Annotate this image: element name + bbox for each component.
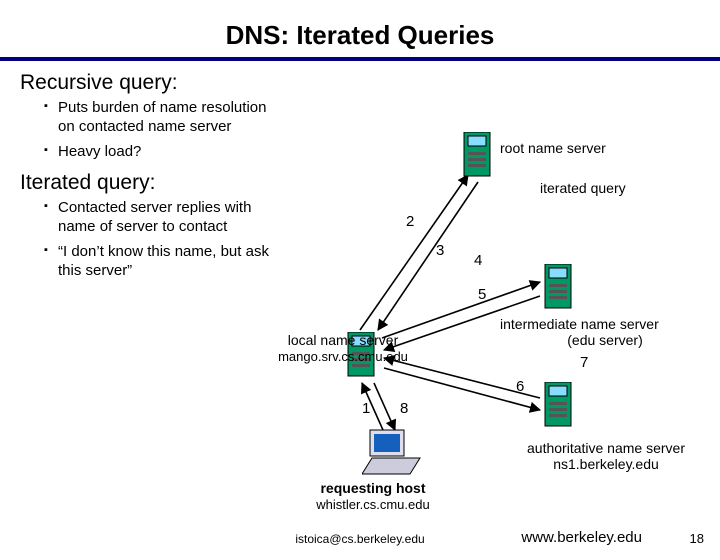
intermediate-label-line1: intermediate name server xyxy=(500,316,659,332)
footer-url: www.berkeley.edu xyxy=(521,529,642,546)
root-server-icon xyxy=(460,132,494,180)
step-8: 8 xyxy=(400,400,408,417)
step-7: 7 xyxy=(580,354,588,371)
authoritative-server-icon xyxy=(541,382,575,430)
title-rule xyxy=(0,57,720,61)
local-label: local name server mango.srv.cs.cmu.edu xyxy=(258,332,428,365)
step-3: 3 xyxy=(436,242,444,259)
step-6: 6 xyxy=(516,378,524,395)
recursive-heading: Recursive query: xyxy=(20,71,700,95)
local-label-line1: local name server xyxy=(288,332,399,348)
requesting-host-line2: whistler.cs.cmu.edu xyxy=(316,497,429,512)
iterated-list: Contacted server replies with name of se… xyxy=(44,199,274,280)
local-label-line2: mango.srv.cs.cmu.edu xyxy=(278,349,408,364)
list-item: “I don’t know this name, but ask this se… xyxy=(44,243,274,281)
intermediate-label-line2: (edu server) xyxy=(500,332,710,348)
requesting-host-icon xyxy=(362,428,422,478)
recursive-list: Puts burden of name resolution on contac… xyxy=(44,99,274,161)
list-item: Puts burden of name resolution on contac… xyxy=(44,99,274,137)
step-4: 4 xyxy=(474,252,482,269)
requesting-host-line1: requesting host xyxy=(320,480,425,496)
root-label: root name server xyxy=(500,140,606,156)
list-item: Contacted server replies with name of se… xyxy=(44,199,274,237)
authoritative-label-line2: ns1.berkeley.edu xyxy=(553,456,659,472)
step-5: 5 xyxy=(478,286,486,303)
authoritative-label-line1: authoritative name server xyxy=(527,440,685,456)
iterated-query-label: iterated query xyxy=(540,180,626,196)
intermediate-label: intermediate name server (edu server) xyxy=(500,316,710,348)
list-item: Heavy load? xyxy=(44,143,274,162)
page-number: 18 xyxy=(690,531,704,546)
authoritative-label: authoritative name server ns1.berkeley.e… xyxy=(506,440,706,472)
intermediate-server-icon xyxy=(541,264,575,312)
step-1: 1 xyxy=(362,400,370,417)
requesting-host-label: requesting host whistler.cs.cmu.edu xyxy=(288,480,458,513)
slide-title: DNS: Iterated Queries xyxy=(0,20,720,51)
step-2: 2 xyxy=(406,213,414,230)
